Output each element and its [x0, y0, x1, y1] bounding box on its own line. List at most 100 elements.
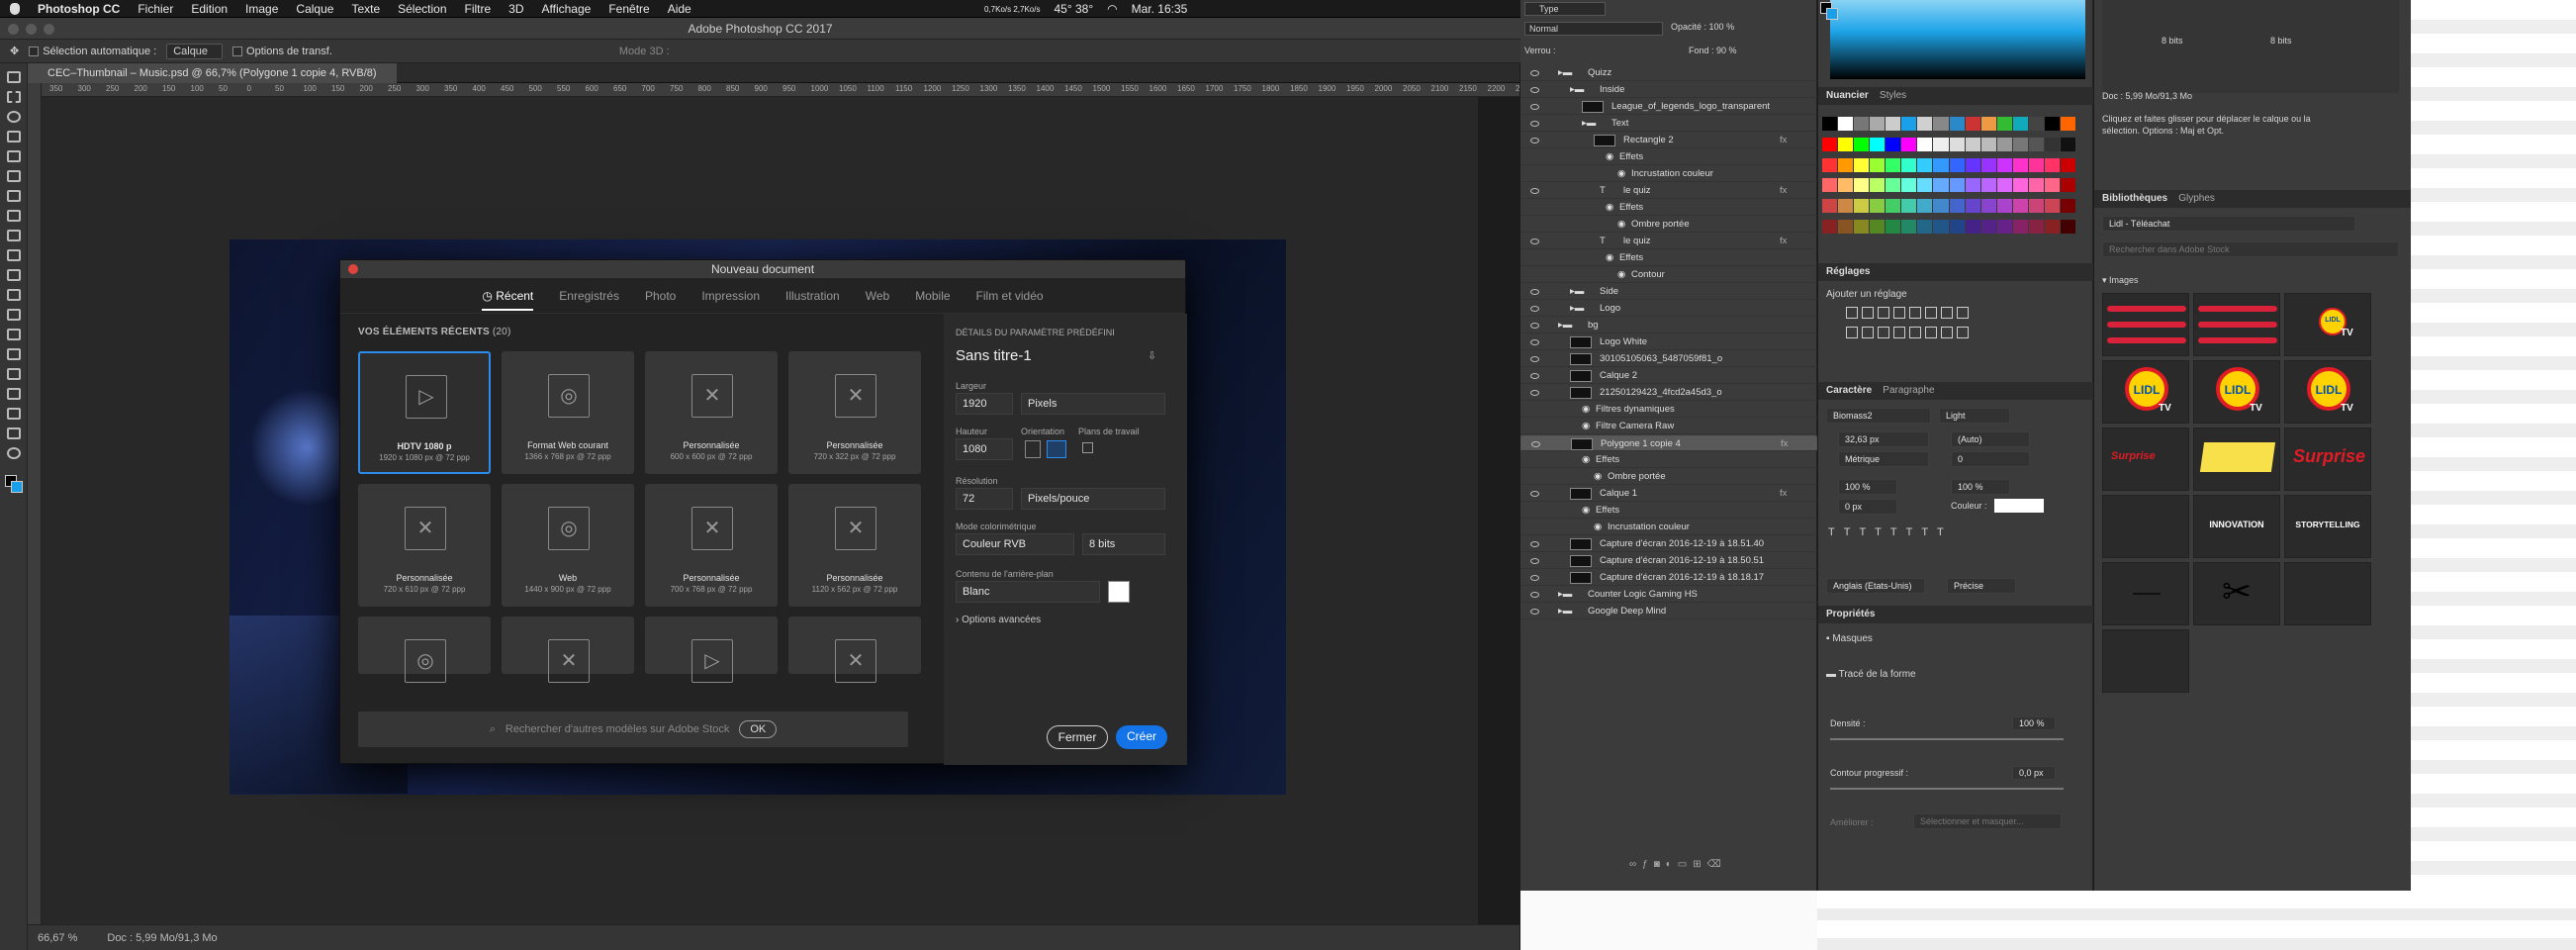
color-swatch[interactable] [1886, 157, 1901, 172]
visibility-eye-icon[interactable] [1530, 104, 1539, 110]
layer-row[interactable]: ▸▬ bg [1520, 318, 1817, 333]
kerning-select[interactable]: Métrique [1838, 451, 1929, 467]
adjustment-icon[interactable] [1846, 307, 1858, 319]
adjustments-header[interactable]: Réglages [1818, 263, 2093, 281]
visibility-eye-icon[interactable] [1530, 592, 1539, 598]
zoom-tool-icon[interactable] [7, 447, 21, 459]
adjustment-icon[interactable] [1846, 327, 1858, 338]
link-layers-icon[interactable]: ∞ [1629, 859, 1642, 870]
visibility-eye-icon[interactable] [1530, 238, 1539, 244]
baseline-shift-input[interactable]: 0 px [1838, 499, 1897, 515]
density-input[interactable]: 100 % [2012, 716, 2056, 730]
layer-row[interactable]: ▸▬ Google Deep Mind [1520, 604, 1817, 619]
menu-affichage[interactable]: Affichage [542, 2, 592, 16]
library-thumbnail[interactable]: LIDL TV [2102, 360, 2189, 424]
search-ok-button[interactable]: OK [739, 720, 778, 738]
font-family-select[interactable]: Biomass2 [1826, 408, 1931, 424]
tab-libraries[interactable]: Bibliothèques [2102, 193, 2167, 204]
color-swatch[interactable] [1933, 157, 1949, 172]
fx-icon[interactable]: fx [1781, 436, 1788, 452]
layer-row[interactable]: ◉ Effets [1520, 452, 1817, 468]
color-swatch[interactable] [2012, 137, 2028, 151]
tab-styles[interactable]: Styles [1880, 90, 1906, 101]
library-thumbnail[interactable]: STORYTELLING [2284, 495, 2371, 558]
library-search-input[interactable]: Rechercher dans Adobe Stock [2102, 241, 2399, 257]
preset-card[interactable]: ✕ Personnalisée 720 x 610 px @ 72 ppp [358, 484, 491, 607]
move-tool-icon[interactable] [7, 71, 21, 83]
color-swatch[interactable] [1980, 178, 1996, 193]
layer-row[interactable]: ◉ Filtres dynamiques [1520, 402, 1817, 418]
color-swatch[interactable] [2060, 117, 2075, 131]
feather-slider[interactable] [1830, 788, 2064, 790]
color-swatch[interactable] [1980, 117, 1996, 131]
color-swatch[interactable] [2060, 178, 2075, 193]
menu-filtre[interactable]: Filtre [465, 2, 492, 16]
new-layer-icon[interactable]: ⊞ [1693, 859, 1706, 870]
delete-layer-icon[interactable]: ⌫ [1707, 859, 1727, 870]
visibility-eye-icon[interactable] [1530, 87, 1539, 93]
visibility-eye-icon[interactable] [1530, 121, 1539, 127]
adjustment-icon[interactable] [1878, 307, 1889, 319]
tab-print[interactable]: Impression [701, 289, 760, 303]
color-swatch[interactable] [1965, 157, 1980, 172]
marquee-tool-icon[interactable] [7, 91, 21, 103]
preset-card[interactable]: ✕ Personnalisée 600 x 600 px @ 72 ppp [645, 351, 778, 474]
text-style-buttons[interactable]: TTTTTTTT [1828, 526, 1953, 538]
library-select[interactable]: Lidl - Téléachat [2102, 216, 2355, 232]
preset-card[interactable]: ◎ Format Web courant 1366 x 768 px @ 72 pp… [502, 351, 634, 474]
minimize-window-button[interactable] [26, 24, 37, 35]
color-swatch[interactable] [1838, 199, 1854, 214]
effect-eye-icon[interactable]: ◉ [1582, 452, 1590, 468]
color-swatch[interactable] [1965, 178, 1980, 193]
eyedropper-tool-icon[interactable] [7, 170, 21, 182]
color-swatch[interactable] [2012, 178, 2028, 193]
color-swatch[interactable] [2012, 220, 2028, 235]
effect-eye-icon[interactable]: ◉ [1617, 217, 1625, 233]
layer-row[interactable]: Capture d'écran 2016-12-19 à 18.51.40 [1520, 536, 1817, 552]
resolution-unit-select[interactable]: Pixels/pouce [1021, 488, 1165, 510]
layer-row[interactable]: Calque 2 [1520, 368, 1817, 384]
feather-input[interactable]: 0,0 px [2012, 766, 2056, 780]
library-thumbnail[interactable] [2102, 495, 2189, 558]
color-swatch[interactable] [2060, 220, 2075, 235]
images-section-toggle[interactable]: ▾ Images [2102, 275, 2139, 286]
fx-icon[interactable]: fx [1780, 133, 1787, 148]
color-swatch[interactable] [1996, 178, 2012, 193]
document-tab[interactable]: CEC–Thumbnail – Music.psd @ 66,7% (Polyg… [28, 63, 397, 83]
color-mode-select[interactable]: Couleur RVB [956, 533, 1074, 555]
transform-checkbox[interactable] [232, 46, 243, 56]
color-swatch[interactable] [1838, 178, 1854, 193]
apple-icon[interactable] [10, 2, 20, 15]
visibility-eye-icon[interactable] [1530, 541, 1539, 547]
visibility-eye-icon[interactable] [1530, 188, 1539, 194]
crop-tool-icon[interactable] [7, 150, 21, 162]
visibility-eye-icon[interactable] [1530, 575, 1539, 581]
adjustment-icon[interactable] [1909, 327, 1921, 338]
layer-row[interactable]: ◉ Filtre Camera Raw [1520, 419, 1817, 434]
color-swatch[interactable] [2028, 178, 2044, 193]
color-swatch[interactable] [1886, 220, 1901, 235]
font-style-select[interactable]: Light [1939, 408, 2010, 424]
resolution-input[interactable]: 72 [956, 488, 1013, 510]
tab-mobile[interactable]: Mobile [915, 289, 950, 303]
close-button[interactable]: Fermer [1047, 725, 1108, 749]
color-swatch[interactable] [1996, 220, 2012, 235]
color-swatch[interactable] [1949, 199, 1965, 214]
shape-tool-icon[interactable] [7, 408, 21, 420]
layer-row[interactable]: ◉ Effets [1520, 250, 1817, 266]
color-swatch[interactable] [1870, 220, 1886, 235]
clock[interactable]: Mar. 16:35 [1132, 2, 1188, 16]
color-picker-field[interactable] [1830, 0, 2085, 79]
color-swatch[interactable] [1980, 199, 1996, 214]
horizontal-scale-input[interactable]: 100 % [1951, 479, 2010, 495]
adjustment-icon[interactable] [1957, 307, 1969, 319]
color-swatch[interactable] [1901, 199, 1917, 214]
color-swatch[interactable] [2028, 157, 2044, 172]
color-swatch[interactable] [1901, 178, 1917, 193]
color-swatch[interactable] [1965, 220, 1980, 235]
color-swatch[interactable] [1886, 117, 1901, 131]
layer-row[interactable]: ◉ Effets [1520, 200, 1817, 216]
dodge-tool-icon[interactable] [7, 329, 21, 340]
tab-recent[interactable]: ◷ Récent [482, 289, 534, 311]
visibility-eye-icon[interactable] [1530, 609, 1539, 615]
